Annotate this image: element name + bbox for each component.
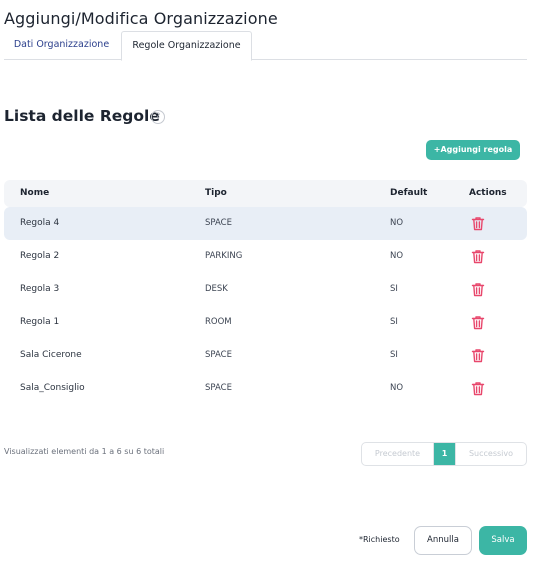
- previous-page-button[interactable]: Precedente: [362, 443, 434, 465]
- rules-table: Nome Tipo Default Actions Regola 4 SPACE N…: [4, 180, 527, 405]
- section-title: Lista delle Regole: [4, 107, 160, 125]
- cell-nome: Regola 3: [20, 284, 60, 294]
- trash-icon[interactable]: [471, 216, 485, 231]
- table-header: Nome Tipo Default Actions: [4, 180, 527, 207]
- cell-default: NO: [390, 383, 404, 393]
- cell-tipo: PARKING: [205, 251, 243, 261]
- column-header-tipo: Tipo: [205, 188, 227, 198]
- tab-bar: Dati Organizzazione Regole Organizzazion…: [4, 31, 527, 61]
- cancel-button[interactable]: Annulla: [414, 526, 472, 555]
- page-title: Aggiungi/Modifica Organizzazione: [4, 9, 278, 28]
- save-button[interactable]: Salva: [479, 526, 527, 555]
- column-header-actions: Actions: [469, 188, 507, 198]
- cell-default: NO: [390, 251, 404, 261]
- pagination: Precedente 1 Successivo: [361, 442, 527, 466]
- column-header-default: Default: [390, 188, 428, 198]
- column-header-nome: Nome: [20, 188, 50, 198]
- cell-tipo: ROOM: [205, 317, 232, 327]
- page-number-button[interactable]: 1: [434, 443, 455, 465]
- table-row[interactable]: Sala_Consiglio SPACE NO: [4, 372, 527, 405]
- cell-default: NO: [390, 218, 404, 228]
- cell-nome: Regola 4: [20, 218, 60, 228]
- trash-icon[interactable]: [471, 348, 485, 363]
- table-row[interactable]: Sala Cicerone SPACE SI: [4, 339, 527, 372]
- add-rule-button[interactable]: +Aggiungi regola: [426, 140, 520, 160]
- cell-nome: Sala Cicerone: [20, 350, 82, 360]
- trash-icon[interactable]: [471, 381, 485, 396]
- table-row[interactable]: Regola 2 PARKING NO: [4, 240, 527, 273]
- next-page-button[interactable]: Successivo: [455, 443, 526, 465]
- cell-default: SI: [390, 350, 398, 360]
- trash-icon[interactable]: [471, 282, 485, 297]
- cell-default: SI: [390, 317, 398, 327]
- tab-regole-organizzazione[interactable]: Regole Organizzazione: [121, 31, 252, 61]
- tab-dati-organizzazione[interactable]: Dati Organizzazione: [4, 31, 119, 60]
- table-row[interactable]: Regola 3 DESK SI: [4, 273, 527, 306]
- cell-nome: Regola 1: [20, 317, 60, 327]
- trash-icon[interactable]: [471, 249, 485, 264]
- cell-nome: Sala_Consiglio: [20, 383, 85, 393]
- cell-nome: Regola 2: [20, 251, 60, 261]
- cell-tipo: SPACE: [205, 383, 232, 393]
- cell-tipo: DESK: [205, 284, 228, 294]
- table-row[interactable]: Regola 1 ROOM SI: [4, 306, 527, 339]
- cell-default: SI: [390, 284, 398, 294]
- cell-tipo: SPACE: [205, 218, 232, 228]
- cell-tipo: SPACE: [205, 350, 232, 360]
- required-note: *Richiesto: [359, 535, 400, 544]
- table-body: Regola 4 SPACE NO Regola 2 PARKING NO Regola 3…: [4, 207, 527, 405]
- trash-icon[interactable]: [471, 315, 485, 330]
- help-icon[interactable]: ?: [151, 110, 165, 124]
- pagination-info: Visualizzati elementi da 1 a 6 su 6 tota…: [4, 447, 165, 456]
- table-row[interactable]: Regola 4 SPACE NO: [4, 207, 527, 240]
